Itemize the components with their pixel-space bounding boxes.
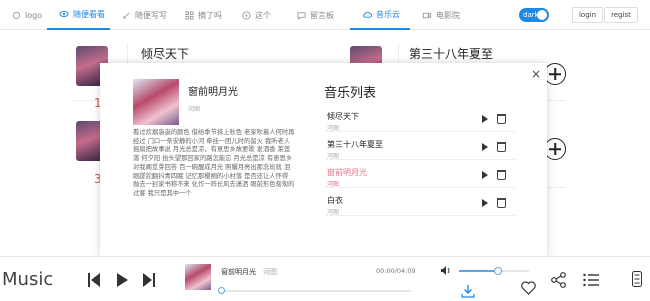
playlist-item-title: 白衣 (327, 196, 343, 205)
nav-item-music[interactable]: 音乐云 (350, 0, 410, 30)
register-button[interactable]: regist (604, 7, 638, 23)
playlist-title: 音乐列表 (324, 86, 377, 101)
music-player-bar: Music 窗前明月光 河图 00:00/04:09 (0, 256, 650, 301)
divider (325, 187, 515, 188)
player-brand: Music (2, 269, 54, 290)
nav-item-pick[interactable]: 摘了吗 (173, 0, 229, 30)
video-icon (422, 10, 432, 20)
pencil-icon (122, 10, 131, 20)
progress-bar[interactable] (218, 287, 411, 294)
divider (325, 131, 515, 132)
trash-icon[interactable] (497, 170, 506, 180)
nav-item-cinema[interactable]: 电影院 (410, 0, 470, 30)
add-song-icon-2[interactable] (544, 138, 566, 160)
current-song-artist: 河图 (188, 106, 201, 113)
previous-icon[interactable] (88, 273, 100, 287)
toggle-knob (537, 10, 547, 20)
player-time: 00:00/04:09 (376, 267, 416, 275)
dark-mode-toggle[interactable]: dark (519, 8, 549, 22)
nav-item-this[interactable]: 这个 (229, 0, 284, 30)
progress-knob[interactable] (218, 287, 225, 294)
lyrics-text: 看过炊烟袅袅的颜色 借给季节抹上秋色 老家吹着人何时再经过 门口一条安静的小河 … (133, 129, 295, 197)
song-card-title[interactable]: 倾尽天下 (141, 45, 189, 62)
player-song-artist: 河图 (263, 268, 277, 276)
playlist-item-title: 窗前明月光 (327, 168, 367, 177)
mini-album-cover (185, 264, 211, 290)
top-nav-bar: logo 随便看看 随便写写 摘了吗 这个 留言板 音乐云 电影院 dark l… (0, 0, 650, 30)
volume-fill (459, 270, 499, 272)
nav-item-browse[interactable]: 随便看看 (47, 0, 110, 30)
divider (325, 159, 515, 160)
download-icon[interactable] (461, 284, 475, 298)
player-song-title: 窗前明月光 (221, 268, 256, 276)
play-icon[interactable] (482, 171, 488, 179)
login-button[interactable]: login (572, 7, 603, 23)
playlist-item-active[interactable]: 窗前明月光 河图 (325, 167, 515, 195)
playlist-item-title: 第三十八年夏至 (327, 140, 383, 149)
music-list-dialog: × 窗前明月光 河图 看过炊烟袅袅的颜色 借给季节抹上秋色 老家吹着人何时再经过… (100, 63, 547, 258)
eye-icon (59, 9, 69, 19)
nav-label-music: 音乐云 (376, 9, 400, 19)
trash-icon[interactable] (497, 198, 506, 208)
nav-label-guestbook: 留言板 (310, 10, 334, 20)
cloud-icon (362, 9, 372, 19)
playlist-item[interactable]: 倾尽天下 河图 (325, 111, 515, 139)
current-song-title: 窗前明月光 (188, 87, 238, 98)
volume-slider[interactable] (459, 267, 529, 275)
chat-icon (296, 10, 306, 20)
next-icon[interactable] (143, 273, 155, 287)
nav-label-cinema: 电影院 (436, 10, 460, 20)
play-icon[interactable] (117, 273, 128, 287)
play-icon[interactable] (482, 143, 488, 151)
nav-item-write[interactable]: 随便写写 (110, 0, 173, 30)
heart-icon[interactable] (521, 281, 536, 295)
volume-icon[interactable] (441, 266, 451, 275)
play-icon[interactable] (482, 199, 488, 207)
nav-label-this: 这个 (255, 10, 271, 20)
divider (325, 215, 515, 216)
nav-label-write: 随便写写 (135, 10, 167, 20)
trash-icon[interactable] (497, 114, 506, 124)
playlist-item[interactable]: 白衣 河图 (325, 195, 515, 223)
close-icon[interactable]: × (531, 67, 541, 81)
logo-icon (12, 10, 21, 20)
nav-label-pick: 摘了吗 (198, 10, 222, 20)
song-card-title-right[interactable]: 第三十八年夏至 (409, 45, 493, 62)
playlist-icon[interactable] (583, 273, 599, 287)
playlist-item[interactable]: 第三十八年夏至 河图 (325, 139, 515, 167)
playlist-item-title: 倾尽天下 (327, 112, 359, 121)
nav-menu: logo 随便看看 随便写写 摘了吗 这个 留言板 音乐云 电影院 (0, 0, 470, 30)
nav-label-logo: logo (25, 10, 43, 20)
lyrics-toggle-icon[interactable] (632, 271, 642, 287)
nav-item-logo[interactable]: logo (0, 0, 47, 30)
nav-item-guestbook[interactable]: 留言板 (284, 0, 350, 30)
add-song-icon[interactable] (544, 63, 566, 85)
compass-icon (241, 10, 251, 20)
nav-label-browse: 随便看看 (73, 9, 105, 19)
grid-icon (185, 10, 194, 20)
share-icon[interactable] (550, 271, 568, 289)
trash-icon[interactable] (497, 142, 506, 152)
album-cover (133, 79, 179, 125)
play-icon[interactable] (482, 115, 488, 123)
volume-knob[interactable] (494, 267, 503, 275)
